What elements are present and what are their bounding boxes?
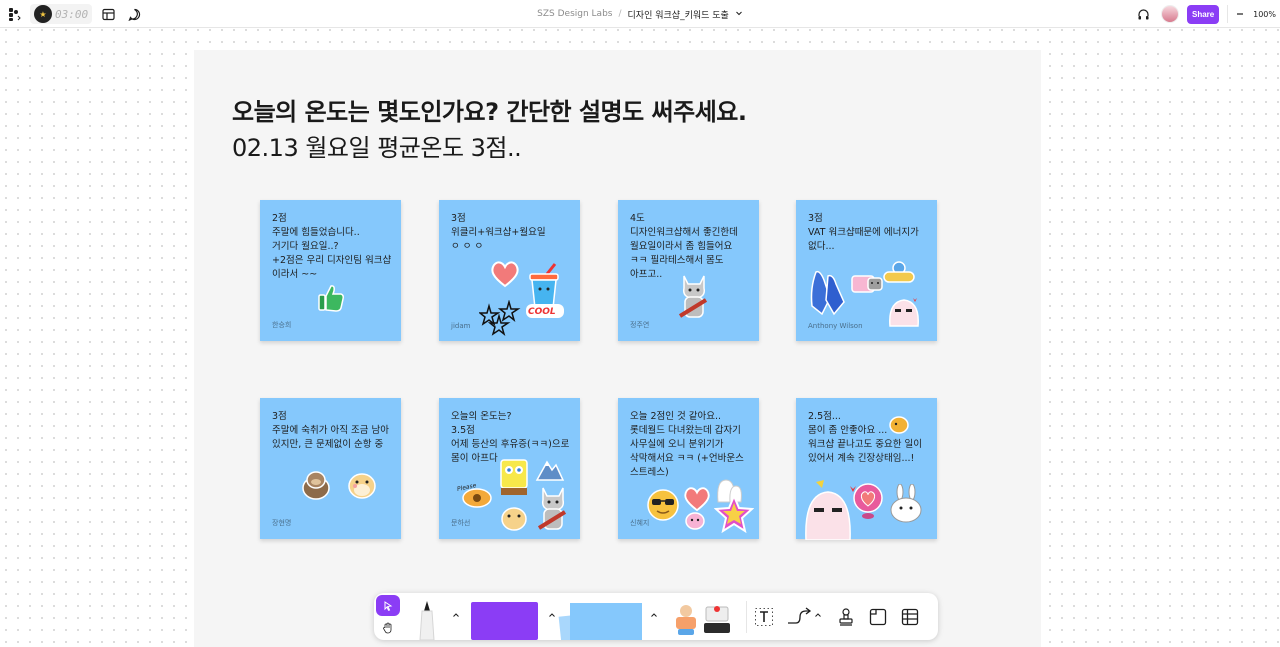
layout-icon[interactable]: [98, 4, 118, 24]
monkey-icon: [302, 471, 330, 500]
thumbs-up-icon: [318, 285, 344, 312]
text-icon[interactable]: [752, 605, 776, 629]
cat-badge-icon: [883, 261, 915, 283]
sticky-stack-front: [570, 603, 642, 640]
sticky-text: 3점 VAT 워크샵때문에 에너지가 없다...: [808, 213, 919, 252]
hand-icon[interactable]: [376, 617, 400, 638]
sticky-author: jidam: [451, 322, 471, 330]
cursor-icon[interactable]: [376, 595, 400, 616]
figjam-menu-icon[interactable]: [4, 4, 24, 24]
team-name[interactable]: SZS Design Labs: [537, 9, 612, 19]
mountain-icon: [535, 460, 565, 481]
section-title: 오늘의 온도는 몇도인가요? 간단한 설명도 써주세요.: [232, 98, 747, 126]
star-character-icon: [714, 494, 754, 534]
file-name[interactable]: 디자인 워크샵_키워드 도출: [628, 8, 729, 21]
sticky-note[interactable]: 3점 VAT 워크샵때문에 에너지가 없다... Anthony Wilson: [796, 200, 937, 341]
chick-icon: [889, 416, 909, 434]
sticky-text: 2.5점... 몸이 좀 안좋아요 ... 워크샵 끝나고도 중요한 일이 있어…: [808, 411, 922, 464]
top-bar-right: Share 100%: [1133, 0, 1276, 28]
connector-icon[interactable]: [784, 605, 814, 629]
sticky-author: Anthony Wilson: [808, 322, 863, 330]
chevron-down-icon[interactable]: [735, 9, 743, 20]
sticky-tool-button[interactable]: [558, 603, 642, 640]
sticky-author: 문하선: [451, 519, 471, 527]
hamster-icon: [501, 507, 527, 531]
rabbit-icon: [890, 484, 922, 523]
sticky-note[interactable]: 2점 주말에 힘들었습니다.. 거기다 월요일..? +2점은 우리 디자인팀 …: [260, 200, 401, 341]
file-breadcrumb: SZS Design Labs / 디자인 워크샵_키워드 도출: [0, 0, 1280, 28]
sticky-text: 3점 위클리+워크샵+월요일 ㅇ ㅇ ㅇ: [451, 213, 546, 252]
section-subtitle: 02.13 월요일 평균온도 3점..: [232, 134, 522, 162]
timer-text: 03:00: [55, 7, 89, 21]
sticky-author: 정주연: [630, 321, 650, 329]
sunglasses-emoji-icon: [647, 489, 679, 521]
chevron-up-icon[interactable]: [450, 609, 462, 621]
timer-badge-icon: ★: [34, 5, 52, 23]
sticky-note[interactable]: 오늘의 온도는? 3.5점 어제 등산의 후유증(ㅋㅋ)으로 몸이 아프다 문하…: [439, 398, 580, 539]
cool-sticker-label: COOL: [528, 307, 556, 317]
zoom-level[interactable]: 100%: [1253, 10, 1276, 19]
sticky-author: 장현명: [272, 519, 292, 527]
chevron-up-icon[interactable]: [648, 609, 660, 621]
heart-icon: [491, 261, 519, 288]
sticky-text: 오늘 2점인 것 같아요.. 롯데월드 다녀왔는데 갑자기 사무실에 오니 분위…: [630, 411, 744, 478]
comment-icon[interactable]: [124, 4, 144, 24]
stars-doodle-icon: [479, 300, 521, 337]
guitar-cat-icon: [678, 275, 708, 318]
shape-tool-button[interactable]: [471, 602, 538, 640]
share-button[interactable]: Share: [1187, 4, 1220, 24]
spongebob-icon: [500, 459, 528, 495]
sticky-text: 2점 주말에 힘들었습니다.. 거기다 월요일..? +2점은 우리 디자인팀 …: [272, 213, 392, 280]
nyan-cat-icon: [851, 275, 883, 293]
bottom-toolbar: [374, 593, 938, 640]
zoom-out-icon[interactable]: [1227, 5, 1245, 23]
hamster-icon: [348, 473, 376, 499]
sticky-author: 한승희: [272, 321, 292, 329]
breadcrumb-separator: /: [618, 9, 622, 19]
stickers-widgets-icon[interactable]: [672, 601, 734, 639]
top-bar-left: ★ 03:00: [4, 0, 144, 28]
sticky-text: 3점 주말에 숙취가 아직 조금 남아 있지만, 큰 문제없이 순항 중: [272, 411, 389, 450]
chevron-up-icon[interactable]: [812, 609, 824, 621]
sticky-note[interactable]: 3점 위클리+워크샵+월요일 ㅇ ㅇ ㅇ jidam COOL: [439, 200, 580, 341]
sticky-note[interactable]: 2.5점... 몸이 좀 안좋아요 ... 워크샵 끝나고도 중요한 일이 있어…: [796, 398, 937, 540]
top-bar: ★ 03:00 SZS Design Labs / 디자인 워크샵_키워드 도출: [0, 0, 1280, 28]
avatar[interactable]: [1161, 5, 1180, 23]
axolotl-icon: [685, 512, 705, 530]
chevron-up-icon[interactable]: [546, 609, 558, 621]
section-icon[interactable]: [866, 605, 890, 629]
timer-widget[interactable]: ★ 03:00: [30, 4, 93, 24]
table-icon[interactable]: [898, 605, 922, 629]
marker-tool-icon[interactable]: [416, 599, 438, 640]
guitar-cat-icon: [537, 487, 567, 530]
stamp-icon[interactable]: [834, 605, 858, 629]
headphones-icon[interactable]: [1133, 4, 1153, 24]
sticky-note[interactable]: 3점 주말에 숙취가 아직 조금 남아 있지만, 큰 문제없이 순항 중 장현명: [260, 398, 401, 539]
blob-character-icon: [889, 298, 919, 327]
praying-hands-icon: [810, 270, 845, 316]
hugging-character-icon: [850, 483, 883, 519]
toolbar-divider: [746, 601, 747, 633]
sticky-note[interactable]: 오늘 2점인 것 같아요.. 롯데월드 다녀왔는데 갑자기 사무실에 오니 분위…: [618, 398, 759, 539]
sticky-note[interactable]: 4도 디자인워크샵해서 좋긴한데 월요일이라서 좀 힘들어요 ㅋㅋ 필라테스해서…: [618, 200, 759, 341]
